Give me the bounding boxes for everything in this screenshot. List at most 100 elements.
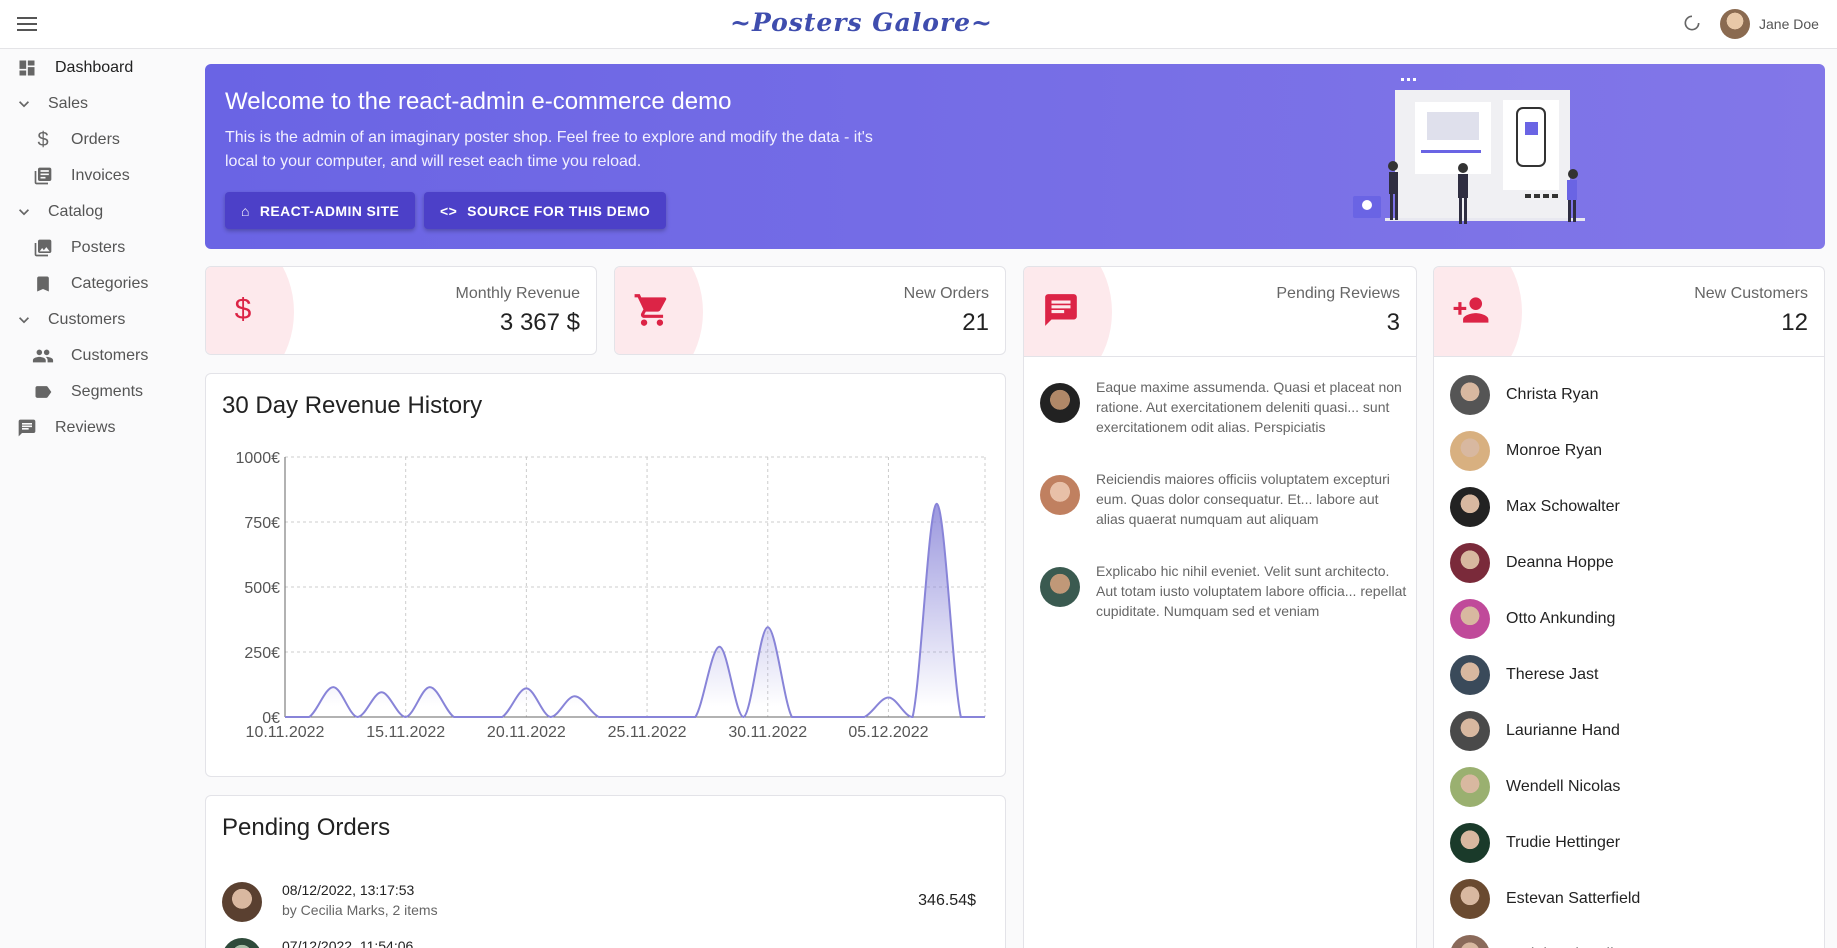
- revenue-chart: 0€250€500€750€1000€10.11.2022 15.11.2022 2…: [236, 450, 986, 741]
- sidebar-item-label: Customers: [48, 311, 126, 328]
- chevron-down-icon: [13, 93, 35, 115]
- sidebar-item-label: Segments: [71, 383, 144, 400]
- sidebar-item-customers[interactable]: Customers: [0, 302, 200, 338]
- welcome-banner: Welcome to the react-admin e-commerce de…: [205, 64, 1825, 249]
- sidebar: Dashboard Sales $ Orders Invoices Catalog Post…: [0, 50, 200, 446]
- sidebar-item-orders[interactable]: $ Orders: [0, 122, 200, 158]
- new-orders-value: 21: [962, 309, 989, 336]
- sidebar-item-label: Posters: [71, 239, 126, 256]
- sidebar-item-customers[interactable]: Customers: [0, 338, 200, 374]
- customer-list-item[interactable]: Otto Ankunding: [1450, 591, 1810, 647]
- dollar-icon: $: [37, 128, 49, 151]
- refresh-icon[interactable]: [1682, 13, 1702, 33]
- dashboard-icon: [16, 57, 38, 79]
- new-customers-list: Christa Ryan Monroe Ryan Max Schowalter Dea…: [1433, 356, 1825, 948]
- bookmark-icon: [32, 273, 54, 295]
- customer-avatar: [222, 882, 262, 922]
- person-add-icon: [1453, 297, 1489, 323]
- shopping-cart-icon: [634, 294, 667, 326]
- customer-avatar: [1450, 599, 1490, 639]
- pending-reviews-card[interactable]: Pending Reviews 3: [1023, 266, 1417, 358]
- customer-list-item[interactable]: Wendell Nicolas: [1450, 759, 1810, 815]
- chevron-down-icon: [13, 201, 35, 223]
- pending-orders-title: Pending Orders: [222, 814, 391, 841]
- customer-list-item[interactable]: Deanna Hoppe: [1450, 535, 1810, 591]
- x-tick-label: 20.11.2022: [487, 724, 566, 741]
- sidebar-item-catalog[interactable]: Catalog: [0, 194, 200, 230]
- order-row[interactable]: 08/12/2022, 13:17:53 by Cecilia Marks, 2…: [222, 874, 992, 924]
- customer-list-item[interactable]: Christa Ryan: [1450, 367, 1810, 423]
- sidebar-item-label: Catalog: [48, 203, 104, 220]
- sidebar-item-label: Sales: [48, 95, 89, 112]
- sidebar-item-reviews[interactable]: Reviews: [0, 410, 200, 446]
- y-tick-label: 250€: [244, 645, 280, 662]
- sidebar-item-invoices[interactable]: Invoices: [0, 158, 200, 194]
- pending-orders-panel: Pending Orders 08/12/2022, 13:17:53 by C…: [205, 795, 1006, 948]
- customer-avatar: [222, 938, 262, 948]
- x-tick-label: 05.12.2022: [848, 724, 928, 741]
- sidebar-item-dashboard[interactable]: Dashboard: [0, 50, 200, 86]
- customer-list-item[interactable]: Therese Jast: [1450, 647, 1810, 703]
- review-item[interactable]: Eaque maxime assumenda. Quasi et placeat…: [1040, 377, 1410, 447]
- customer-avatar: [1450, 487, 1490, 527]
- x-tick-label: 30.11.2022: [728, 724, 807, 741]
- revenue-line: [285, 502, 985, 719]
- customer-avatar: [1450, 823, 1490, 863]
- customer-avatar: [1450, 375, 1490, 415]
- x-tick-label: 15.11.2022: [366, 724, 445, 741]
- image-icon: [32, 237, 54, 259]
- invoice-icon: [32, 165, 54, 187]
- customer-list-item[interactable]: Trudie Hettinger: [1450, 815, 1810, 871]
- code-icon: <>: [440, 202, 458, 219]
- home-icon: ⌂: [241, 202, 250, 219]
- reviewer-avatar: [1040, 475, 1080, 515]
- sidebar-item-posters[interactable]: Posters: [0, 230, 200, 266]
- customer-avatar: [1450, 655, 1490, 695]
- monthly-revenue-card[interactable]: $ Monthly Revenue 3 367 $: [205, 266, 597, 355]
- customer-list-item[interactable]: Estevan Satterfield: [1450, 871, 1810, 927]
- customer-list-item[interactable]: Monroe Ryan: [1450, 423, 1810, 479]
- customer-list-item[interactable]: Laurianne Hand: [1450, 703, 1810, 759]
- sidebar-item-segments[interactable]: Segments: [0, 374, 200, 410]
- customer-avatar: [1450, 711, 1490, 751]
- new-customers-card[interactable]: New Customers 12: [1433, 266, 1825, 358]
- source-demo-button[interactable]: <> SOURCE FOR THIS DEMO: [424, 192, 667, 229]
- react-admin-site-button[interactable]: ⌂ REACT-ADMIN SITE: [225, 192, 416, 229]
- y-tick-label: 500€: [244, 580, 280, 597]
- sidebar-item-label: Orders: [71, 131, 120, 148]
- x-tick-label: 25.11.2022: [608, 724, 687, 741]
- review-item[interactable]: Explicabo hic nihil eveniet. Velit sunt …: [1040, 561, 1410, 631]
- user-name[interactable]: Jane Doe: [1759, 16, 1819, 32]
- new-orders-card[interactable]: New Orders 21: [614, 266, 1006, 355]
- dollar-icon: $: [234, 293, 252, 326]
- sidebar-item-categories[interactable]: Categories: [0, 266, 200, 302]
- customer-list-item[interactable]: Max Schowalter: [1450, 479, 1810, 535]
- customer-avatar: [1450, 543, 1490, 583]
- label-icon: [32, 381, 54, 403]
- reviewer-avatar: [1040, 383, 1080, 423]
- user-avatar[interactable]: [1720, 9, 1750, 39]
- pending-reviews-value: 3: [1386, 309, 1400, 336]
- customer-avatar: [1450, 935, 1490, 948]
- comment-icon: [16, 417, 38, 439]
- sidebar-item-label: Invoices: [71, 167, 130, 184]
- banner-illustration: [1353, 78, 1585, 224]
- customer-avatar: [1450, 431, 1490, 471]
- revenue-history-panel: 30 Day Revenue History 0€ 250€ 500€ 750€ 100…: [205, 373, 1006, 777]
- people-icon: [32, 345, 54, 367]
- monthly-revenue-value: 3 367 $: [499, 309, 580, 336]
- customer-avatar: [1450, 879, 1490, 919]
- pending-reviews-list: Eaque maxime assumenda. Quasi et placeat…: [1023, 356, 1417, 948]
- sidebar-item-label: Categories: [71, 275, 149, 292]
- customer-list-item[interactable]: Josiah Ankunding: [1450, 927, 1810, 948]
- comment-icon: [1045, 294, 1077, 326]
- chevron-down-icon: [13, 309, 35, 331]
- sidebar-item-label: Dashboard: [55, 59, 134, 76]
- sidebar-item-sales[interactable]: Sales: [0, 86, 200, 122]
- y-tick-label: 750€: [244, 515, 280, 532]
- x-tick-label: 10.11.2022: [246, 724, 325, 741]
- order-row[interactable]: 07/12/2022, 11:54:06: [222, 930, 992, 948]
- revenue-area: [285, 503, 985, 717]
- review-item[interactable]: Reiciendis maiores officiis voluptatem e…: [1040, 469, 1410, 539]
- brand-title: ~Posters Galore~: [730, 8, 993, 37]
